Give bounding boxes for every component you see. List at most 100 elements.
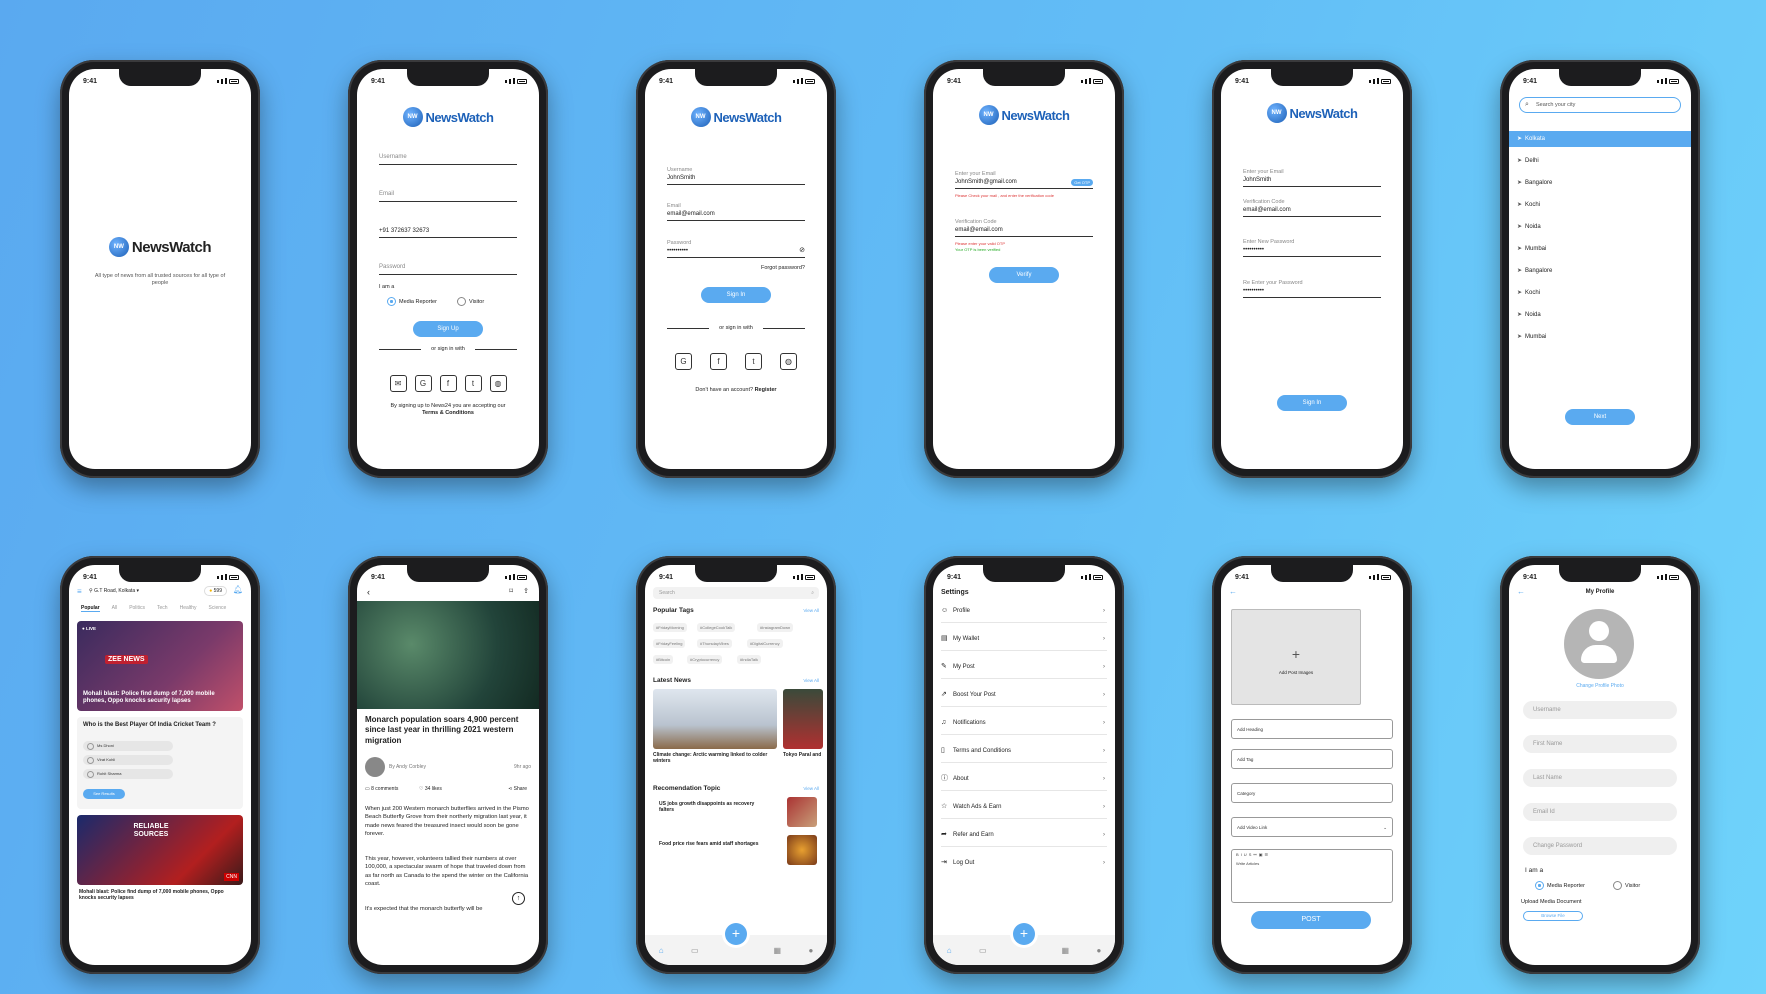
forgot-password-link[interactable]: Forgot password? [761,265,805,271]
first-name-input[interactable]: First Name [1523,735,1677,753]
role-media-reporter[interactable]: Media Reporter [1535,881,1585,890]
scroll-top-icon[interactable]: ↑ [512,892,525,905]
code-field[interactable]: Verification Code email@email.com [1243,199,1381,217]
twitter-icon[interactable]: t [464,375,482,392]
news-card-zee[interactable]: ● LIVE ZEE NEWS Mohali blast: Police fin… [77,621,243,711]
city-item[interactable]: ➤ Delhi [1509,153,1691,169]
tag-chip[interactable]: #DigitalCurrency [747,639,783,648]
city-item[interactable]: ➤ Bangalore [1509,263,1691,279]
settings-item-wallet[interactable]: ▤ My Wallet › [941,627,1107,651]
share-icon[interactable]: ⇪ [523,587,529,595]
grid-icon[interactable]: ▦ [773,946,781,955]
city-item[interactable]: ➤ Kolkata [1509,131,1691,147]
city-item[interactable]: ➤ Kochi [1509,197,1691,213]
view-all-link[interactable]: View All [803,608,819,613]
add-post-icon[interactable]: + [1013,923,1035,945]
city-item[interactable]: ➤ Kochi [1509,285,1691,301]
google-icon[interactable]: G [414,375,432,392]
tag-chip[interactable]: #ThursdayVibes [697,639,732,648]
share-button[interactable]: ⋖ Share [508,786,527,792]
home-icon[interactable]: ⌂ [659,946,664,955]
post-button[interactable]: POST [1251,911,1371,929]
inbox-icon[interactable]: ▭ [691,946,699,955]
city-item[interactable]: ➤ Noida [1509,307,1691,323]
grid-icon[interactable]: ▦ [1061,946,1069,955]
change-photo-link[interactable]: Change Profile Photo [1509,683,1691,689]
recommendation-headline[interactable]: US jobs growth disappoints as recovery f… [659,801,769,814]
explore-search-input[interactable]: Search ⌕ [653,587,819,599]
role-visitor[interactable]: Visitor [457,297,484,306]
settings-item-boost[interactable]: ⇗ Boost Your Post › [941,683,1107,707]
new-password-field[interactable]: Enter New Password •••••••••• [1243,239,1381,257]
tag-chip[interactable]: #Cryptocurrency [687,655,723,664]
password-field[interactable]: Password •••••••••• ⊘ [667,240,805,258]
next-button[interactable]: Next [1565,409,1635,425]
back-arrow-icon[interactable]: ← [1229,587,1237,596]
heading-input[interactable]: Add Heading [1231,719,1393,739]
facebook-icon[interactable]: f [710,353,727,370]
poll-option[interactable]: Rohit Sharma [83,769,173,779]
role-media-reporter[interactable]: Media Reporter [387,297,437,306]
city-item[interactable]: ➤ Noida [1509,219,1691,235]
city-item[interactable]: ➤ Bangalore [1509,175,1691,191]
home-icon[interactable]: ⌂ [947,946,952,955]
recommendation-headline[interactable]: Food price rise fears amid staff shortag… [659,841,769,847]
profile-icon[interactable]: ● [808,946,813,955]
settings-item-terms[interactable]: ▯ Terms and Conditions › [941,739,1107,763]
avatar[interactable] [1564,609,1634,679]
facebook-icon[interactable]: f [439,375,457,392]
tab-tech[interactable]: Tech [157,605,168,612]
settings-item-logout[interactable]: ⇥ Log Out › [941,851,1107,875]
signin-button[interactable]: Sign In [701,287,771,303]
city-item[interactable]: ➤ Mumbai [1509,329,1691,345]
username-input[interactable]: Username [379,149,517,165]
add-images-box[interactable]: + Add Post Images [1231,609,1361,705]
tag-chip[interactable]: #InstagramDown [757,623,794,632]
email-field[interactable]: Enter your Email JohnSmith [1243,169,1381,187]
signup-button[interactable]: Sign Up [413,321,483,337]
bookmark-icon[interactable]: ⌑ [509,587,513,595]
apple-icon[interactable]: ◍ [780,353,797,370]
tag-chip[interactable]: #Bitcoin [653,655,674,664]
username-field[interactable]: Username JohnSmith [667,167,805,185]
poll-option[interactable]: Virat Kohli [83,755,173,765]
change-password-input[interactable]: Change Password [1523,837,1677,855]
video-link-select[interactable]: Add Video Link ⌄ [1231,817,1393,837]
apple-icon[interactable]: ◍ [489,375,507,392]
likes-count[interactable]: ♡ 34 likes [419,786,442,792]
see-results-button[interactable]: See Results [83,789,125,799]
phone-input[interactable]: +91 372637 32673 [379,222,517,238]
coin-badge[interactable]: ● 599 [204,586,227,596]
email-field[interactable]: Email email@email.com [667,203,805,221]
news-card-cnn[interactable]: RELIABLE SOURCES CNN [77,815,243,885]
tab-science[interactable]: Science [209,605,227,612]
back-icon[interactable]: ‹ [367,587,370,597]
poll-option[interactable]: Ms Dhoni [83,741,173,751]
role-visitor[interactable]: Visitor [1613,881,1640,890]
latest-news-image[interactable] [783,689,823,749]
tab-popular[interactable]: Popular [81,605,100,612]
register-link[interactable]: Register [755,387,777,393]
menu-icon[interactable]: ≡ [77,587,82,596]
email-input[interactable]: Email [379,186,517,202]
location-label[interactable]: ⚲ G.T Road, Kolkata ▾ [89,588,139,594]
password-input[interactable]: Password [379,259,517,275]
tab-politics[interactable]: Politics [129,605,145,612]
add-post-icon[interactable]: + [725,923,747,945]
comments-count[interactable]: ▭ 8 comments [365,786,398,792]
tag-chip[interactable]: #IndiaTalk [737,655,762,664]
tag-chip[interactable]: #FridayFeeling [653,639,686,648]
browse-file-button[interactable]: Browse File [1523,911,1583,921]
settings-item-profile[interactable]: ☺ Profile › [941,599,1107,623]
list-icon[interactable]: ☰ [1265,852,1271,857]
code-field[interactable]: Verification Code email@email.com [955,219,1093,237]
view-all-link[interactable]: View All [803,678,819,683]
email-id-input[interactable]: Email Id [1523,803,1677,821]
inbox-icon[interactable]: ▭ [979,946,987,955]
profile-icon[interactable]: ● [1096,946,1101,955]
tag-chip[interactable]: #CollegeCookTalk [697,623,736,632]
view-all-link[interactable]: View All [803,786,819,791]
settings-item-notifications[interactable]: ♫ Notifications › [941,711,1107,735]
get-otp-button[interactable]: Get OTP [1071,179,1093,186]
last-name-input[interactable]: Last Name [1523,769,1677,787]
